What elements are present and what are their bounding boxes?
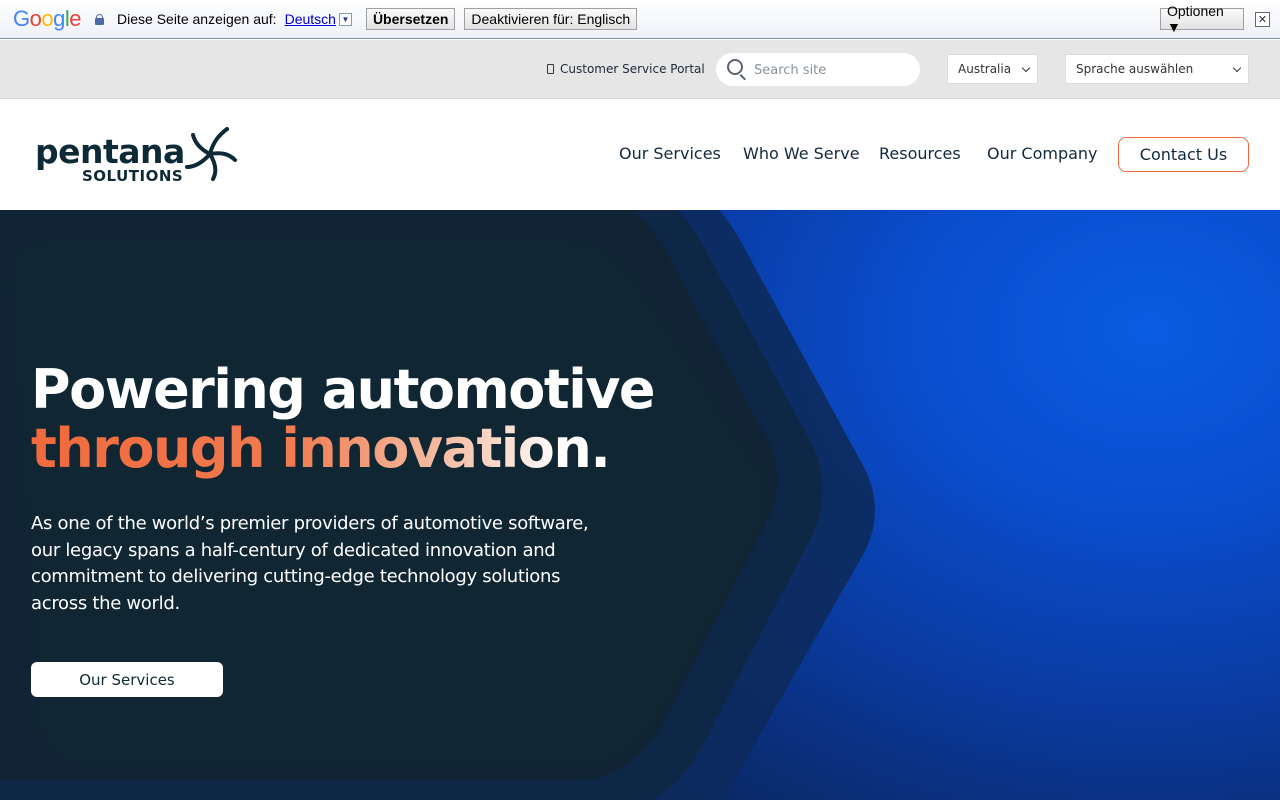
logo-wordmark: pentana: [35, 132, 185, 171]
nav-resources[interactable]: Resources: [879, 144, 961, 163]
language-dropdown-icon[interactable]: ▼: [338, 12, 352, 26]
logo-subtitle: SOLUTIONS: [82, 167, 184, 185]
hero-section: Powering automotive through innovation. …: [0, 210, 1280, 800]
search-input[interactable]: [754, 59, 904, 81]
search-icon[interactable]: [727, 59, 743, 75]
logo-star-icon: [185, 127, 237, 181]
hero-hexagon-graphic: [0, 210, 875, 800]
customer-portal-label: Customer Service Portal: [560, 62, 705, 76]
chevron-down-icon: [1021, 63, 1031, 73]
hero-headline-line2: through innovation.: [31, 417, 611, 480]
translate-language-link[interactable]: Deutsch: [285, 11, 336, 27]
close-icon[interactable]: ✕: [1255, 12, 1270, 27]
chevron-down-icon: [1232, 63, 1242, 73]
hero-lead-text: As one of the world’s premier providers …: [31, 513, 589, 614]
language-select[interactable]: Sprache auswählen: [1065, 54, 1249, 84]
country-select-value: Australia: [958, 62, 1012, 76]
google-logo: Google: [13, 6, 82, 31]
nav-our-company[interactable]: Our Company: [987, 144, 1098, 163]
nav-who-we-serve[interactable]: Who We Serve: [743, 144, 860, 163]
our-services-button[interactable]: Our Services: [31, 662, 223, 697]
contact-us-button[interactable]: Contact Us: [1118, 137, 1249, 172]
translate-bar: Google Diese Seite anzeigen auf: Deutsch…: [0, 0, 1280, 39]
lock-icon: [95, 13, 105, 25]
pentana-logo[interactable]: pentana SOLUTIONS: [35, 127, 240, 187]
search-box: [716, 53, 920, 86]
utility-bar: Customer Service Portal Australia Sprach…: [0, 40, 1280, 99]
translate-prompt: Diese Seite anzeigen auf:: [117, 11, 277, 27]
options-button[interactable]: Optionen ▼: [1160, 3, 1244, 35]
site-header: pentana SOLUTIONS Our Services Who We Se…: [0, 99, 1280, 210]
customer-portal-link[interactable]: Customer Service Portal: [547, 62, 705, 76]
hero-headline-line1: Powering automotive: [31, 358, 656, 421]
book-icon: [547, 64, 554, 74]
translate-button[interactable]: Übersetzen: [365, 8, 456, 30]
nav-our-services[interactable]: Our Services: [619, 144, 721, 163]
disable-translate-button[interactable]: Deaktivieren für: Englisch: [464, 8, 638, 30]
country-select[interactable]: Australia: [947, 54, 1038, 84]
language-select-value: Sprache auswählen: [1076, 62, 1194, 76]
